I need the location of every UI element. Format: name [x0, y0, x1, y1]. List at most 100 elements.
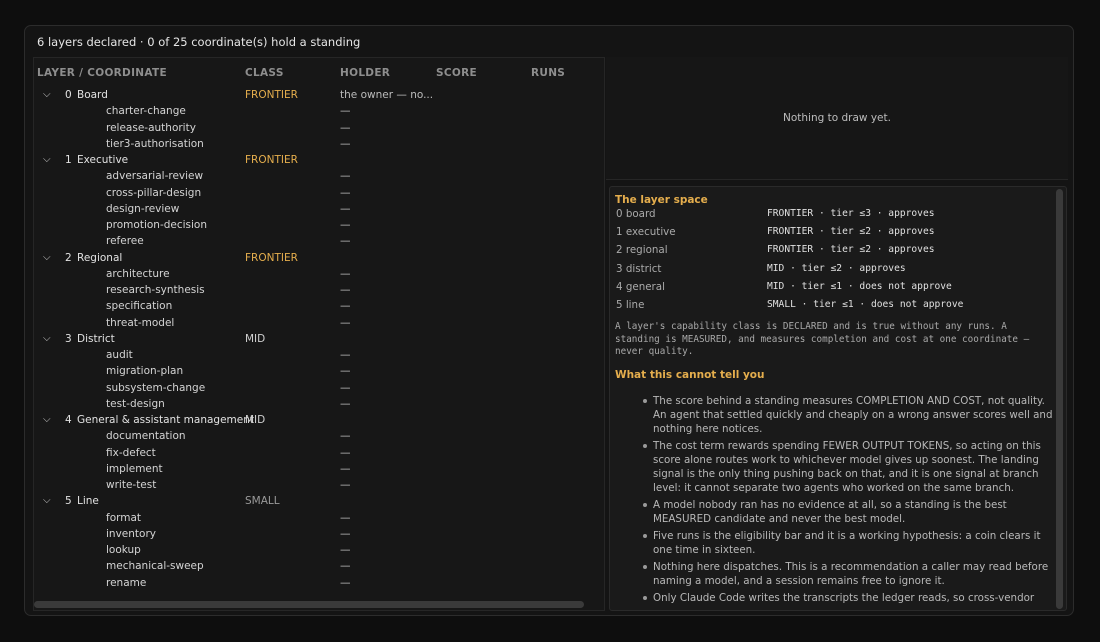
coordinate-row[interactable]: threat-model —	[34, 317, 604, 333]
layer-name: Board	[77, 89, 108, 101]
coordinate-name: release-authority	[106, 121, 196, 134]
coordinate-row[interactable]: charter-change —	[34, 105, 604, 121]
coordinate-row[interactable]: subsystem-change —	[34, 382, 604, 398]
coordinate-name: rename	[106, 576, 147, 589]
layer-row[interactable]: ⌵ 0 Board FRONTIER the owner — no...	[34, 89, 604, 105]
coordinate-row[interactable]: audit —	[34, 349, 604, 365]
layer-tree[interactable]: LAYER / COORDINATE CLASS HOLDER SCORE RU…	[33, 57, 605, 611]
coordinate-row[interactable]: format —	[34, 512, 604, 528]
coordinate-row[interactable]: research-synthesis —	[34, 284, 604, 300]
layer-row[interactable]: ⌵ 5 Line SMALL	[34, 495, 604, 511]
coordinate-row[interactable]: design-review —	[34, 203, 604, 219]
coordinate-name: subsystem-change	[106, 381, 206, 394]
coordinate-row[interactable]: adversarial-review —	[34, 170, 604, 186]
layer-space-value: SMALL · tier ≤1 · does not approve	[767, 299, 964, 310]
layer-space-value: MID · tier ≤1 · does not approve	[767, 280, 952, 292]
coordinate-row[interactable]: rename —	[34, 577, 604, 593]
coordinate-name: write-test	[106, 479, 157, 491]
layer-space-row: 2 regional FRONTIER · tier ≤2 · approves	[616, 244, 1036, 260]
coordinate-holder: —	[340, 202, 351, 215]
layer-name: Executive	[77, 154, 129, 166]
coordinate-row[interactable]: migration-plan —	[34, 365, 604, 381]
layer-space-value: FRONTIER · tier ≤2 · approves	[767, 244, 935, 256]
coordinate-holder: —	[340, 267, 351, 280]
layer-class: FRONTIER	[245, 251, 298, 264]
col-layer-coordinate[interactable]: LAYER / COORDINATE	[37, 67, 167, 79]
col-score[interactable]: SCORE	[436, 67, 477, 79]
coordinate-holder: —	[340, 284, 351, 296]
coordinate-name: lookup	[106, 544, 141, 556]
coordinate-holder: —	[340, 170, 351, 183]
coordinate-row[interactable]: referee —	[34, 235, 604, 251]
coordinate-row[interactable]: write-test —	[34, 479, 604, 495]
layer-space-row: 3 district MID · tier ≤2 · approves	[616, 263, 1036, 279]
coordinate-holder: —	[340, 186, 351, 199]
coordinate-name: promotion-decision	[106, 219, 208, 231]
col-holder[interactable]: HOLDER	[340, 67, 390, 79]
layer-space-row: 1 executive FRONTIER · tier ≤2 · approves	[616, 226, 1036, 242]
coordinate-name: migration-plan	[106, 365, 184, 378]
coordinate-holder: —	[340, 560, 351, 573]
coordinate-holder: —	[340, 349, 351, 361]
layer-row[interactable]: ⌵ 2 Regional FRONTIER	[34, 252, 604, 268]
layer-class: FRONTIER	[245, 154, 298, 166]
coordinate-holder: —	[340, 137, 351, 150]
layer-row[interactable]: ⌵ 3 District MID	[34, 333, 604, 349]
coordinate-row[interactable]: promotion-decision —	[34, 219, 604, 235]
layer-number: 2	[65, 251, 72, 264]
coordinate-name: inventory	[106, 527, 156, 540]
vertical-scrollbar[interactable]	[1056, 189, 1063, 609]
layer-class: SMALL	[245, 495, 280, 508]
coordinate-row[interactable]: inventory —	[34, 528, 604, 544]
layer-number: 0	[65, 89, 72, 101]
coordinate-row[interactable]: test-design —	[34, 398, 604, 414]
coordinate-name: mechanical-sweep	[106, 560, 204, 573]
chevron-down-icon[interactable]: ⌵	[43, 333, 53, 344]
coordinate-holder: —	[340, 381, 351, 394]
coordinate-row[interactable]: cross-pillar-design —	[34, 187, 604, 203]
chevron-down-icon[interactable]: ⌵	[43, 154, 53, 165]
chevron-down-icon[interactable]: ⌵	[43, 495, 53, 506]
tree-header: LAYER / COORDINATE CLASS HOLDER SCORE RU…	[34, 58, 604, 88]
standing-summary: 6 layers declared · 0 of 25 coordinate(s…	[37, 35, 361, 49]
layer-space-value: FRONTIER · tier ≤2 · approves	[767, 226, 935, 238]
coordinate-name: test-design	[106, 397, 165, 410]
layer-number: 5	[65, 495, 72, 508]
layer-class: FRONTIER	[245, 89, 298, 101]
coordinate-name: architecture	[106, 267, 170, 280]
horizontal-scrollbar[interactable]	[34, 601, 584, 608]
coordinate-row[interactable]: architecture —	[34, 268, 604, 284]
layer-row[interactable]: ⌵ 1 Executive FRONTIER	[34, 154, 604, 170]
coordinate-row[interactable]: fix-defect —	[34, 447, 604, 463]
coordinate-name: referee	[106, 235, 144, 248]
coordinate-row[interactable]: implement —	[34, 463, 604, 479]
chevron-down-icon[interactable]: ⌵	[43, 252, 53, 263]
coordinate-row[interactable]: mechanical-sweep —	[34, 560, 604, 576]
info-panel[interactable]: The layer space 0 board FRONTIER · tier ≤…	[609, 186, 1067, 611]
coordinate-row[interactable]: documentation —	[34, 430, 604, 446]
coordinate-row[interactable]: tier3-authorisation —	[34, 138, 604, 154]
chevron-down-icon[interactable]: ⌵	[43, 89, 53, 100]
layer-name: Line	[77, 495, 99, 508]
coordinate-name: specification	[106, 300, 173, 313]
coordinate-name: tier3-authorisation	[106, 137, 204, 150]
coordinate-holder: —	[340, 576, 351, 589]
layer-class: MID	[245, 332, 266, 345]
layer-space-title: The layer space	[615, 194, 708, 206]
col-class[interactable]: CLASS	[245, 67, 284, 79]
layer-space-name: 4 general	[616, 280, 665, 293]
limit-item: The cost term rewards spending FEWER OUT…	[643, 439, 1055, 495]
coordinate-holder: —	[340, 105, 351, 118]
capability-note: A layer's capability class is DECLARED a…	[615, 321, 1030, 357]
coordinate-holder: —	[340, 397, 351, 410]
coordinate-holder: —	[340, 527, 351, 540]
layer-number: 1	[65, 154, 72, 166]
coordinate-row[interactable]: release-authority —	[34, 122, 604, 138]
col-runs[interactable]: RUNS	[531, 67, 565, 79]
layer-row[interactable]: ⌵ 4 General & assistant management MID	[34, 414, 604, 430]
coordinate-row[interactable]: specification —	[34, 300, 604, 316]
coordinate-row[interactable]: lookup —	[34, 544, 604, 560]
registry-panel: 6 layers declared · 0 of 25 coordinate(s…	[24, 25, 1074, 616]
coordinate-holder: —	[340, 462, 351, 475]
chevron-down-icon[interactable]: ⌵	[43, 414, 53, 425]
